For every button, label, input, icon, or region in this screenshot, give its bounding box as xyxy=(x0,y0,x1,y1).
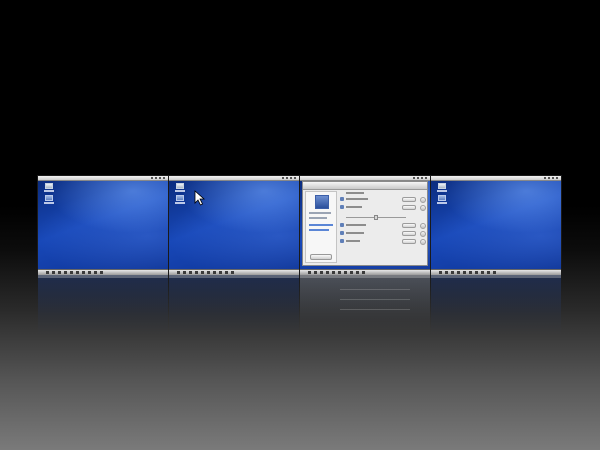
dock xyxy=(431,269,561,275)
preferences-sidebar xyxy=(305,191,337,263)
dock xyxy=(300,269,430,275)
setting-button[interactable] xyxy=(402,197,416,202)
sidebar-button[interactable] xyxy=(310,254,332,260)
setting-button[interactable] xyxy=(402,231,416,236)
setting-icon xyxy=(340,231,344,235)
workspace-2-reflection xyxy=(169,275,299,335)
value-slider[interactable] xyxy=(346,215,406,220)
workspace-2-thumbnail[interactable] xyxy=(169,176,299,275)
help-button[interactable] xyxy=(420,239,426,245)
dock xyxy=(169,269,299,275)
help-button[interactable] xyxy=(420,231,426,237)
preferences-window[interactable] xyxy=(302,181,428,266)
workspace-4-reflection xyxy=(431,275,561,335)
help-button[interactable] xyxy=(420,197,426,203)
workspace-3-thumbnail[interactable] xyxy=(300,176,430,275)
setting-icon xyxy=(340,239,344,243)
dock xyxy=(38,269,168,275)
workspace-reflections xyxy=(0,275,600,345)
setting-icon xyxy=(340,205,344,209)
menu-bar xyxy=(431,176,561,181)
setting-icon xyxy=(340,223,344,227)
workspace-4-thumbnail[interactable] xyxy=(431,176,561,275)
workspace-1-reflection xyxy=(38,275,168,335)
workspace-1-thumbnail[interactable] xyxy=(38,176,168,275)
folder-icon[interactable] xyxy=(175,195,185,204)
hard-drive-icon[interactable] xyxy=(437,183,447,192)
window-title-bar[interactable] xyxy=(303,182,427,190)
hard-drive-icon[interactable] xyxy=(175,183,185,192)
menu-bar xyxy=(169,176,299,181)
workspace-3-reflection xyxy=(300,275,430,335)
folder-icon[interactable] xyxy=(44,195,54,204)
setting-button[interactable] xyxy=(402,223,416,228)
hard-drive-icon[interactable] xyxy=(44,183,54,192)
help-button[interactable] xyxy=(420,223,426,229)
setting-button[interactable] xyxy=(402,239,416,244)
menu-bar xyxy=(38,176,168,181)
preferences-icon xyxy=(315,195,329,209)
mouse-pointer-icon xyxy=(194,190,206,206)
help-button[interactable] xyxy=(420,205,426,211)
folder-icon[interactable] xyxy=(437,195,447,204)
preferences-content xyxy=(340,191,426,263)
setting-icon xyxy=(340,197,344,201)
workspace-overview xyxy=(0,0,600,450)
setting-button[interactable] xyxy=(402,205,416,210)
